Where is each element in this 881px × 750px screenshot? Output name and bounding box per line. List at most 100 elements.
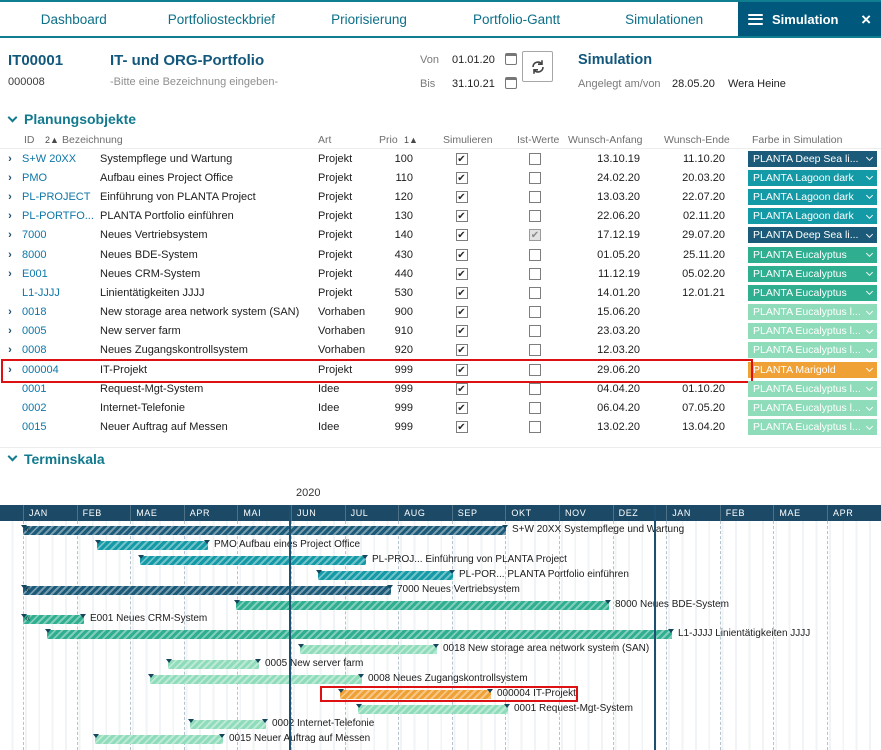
nav-item-portfolio-gantt[interactable]: Portfolio-Gantt	[443, 2, 591, 36]
table-row[interactable]: 0015Neuer Auftrag auf MessenIdee999✔13.0…	[0, 418, 881, 437]
row-expander-icon[interactable]: ›	[0, 229, 20, 241]
simulieren-checkbox[interactable]: ✔	[456, 325, 468, 337]
simulieren-checkbox[interactable]: ✔	[456, 249, 468, 261]
gantt-bar[interactable]	[340, 690, 491, 699]
gantt-bar[interactable]	[47, 630, 672, 639]
menu-icon[interactable]	[748, 14, 763, 25]
row-id[interactable]: PMO	[20, 172, 100, 184]
row-expander-icon[interactable]: ›	[0, 306, 20, 318]
row-id[interactable]: PL-PROJECT	[20, 191, 100, 203]
nav-item-simulationen[interactable]: Simulationen	[590, 2, 738, 36]
row-id[interactable]: 000004	[20, 364, 100, 376]
ist-werte-checkbox[interactable]: ✔	[529, 229, 541, 241]
simulieren-checkbox[interactable]: ✔	[456, 191, 468, 203]
column-header[interactable]: Ist-Werte	[517, 134, 559, 146]
row-id[interactable]: E001	[20, 268, 100, 280]
von-date[interactable]: 01.01.20	[452, 54, 495, 66]
row-id[interactable]: 0008	[20, 344, 100, 356]
farbe-select[interactable]: PLANTA Eucalyptus	[748, 266, 877, 282]
nav-item-dashboard[interactable]: Dashboard	[0, 2, 148, 36]
farbe-select[interactable]: PLANTA Deep Sea li...	[748, 227, 877, 243]
gantt-bar[interactable]	[358, 705, 508, 714]
ist-werte-checkbox[interactable]	[529, 210, 541, 222]
ist-werte-checkbox[interactable]	[529, 153, 541, 165]
row-id[interactable]: PL-PORTFO...	[20, 210, 100, 222]
row-id[interactable]: 0015	[20, 421, 100, 433]
gantt-bar[interactable]	[318, 571, 453, 580]
simulieren-checkbox[interactable]: ✔	[456, 421, 468, 433]
table-row[interactable]: ›S+W 20XXSystempflege und WartungProjekt…	[0, 149, 881, 168]
gantt-bar[interactable]: «	[23, 615, 84, 624]
ist-werte-checkbox[interactable]	[529, 383, 541, 395]
simulieren-checkbox[interactable]: ✔	[456, 172, 468, 184]
column-header[interactable]: ID	[24, 134, 35, 146]
ist-werte-checkbox[interactable]	[529, 364, 541, 376]
ist-werte-checkbox[interactable]	[529, 172, 541, 184]
gantt-bar[interactable]	[168, 660, 259, 669]
calendar-icon[interactable]	[505, 53, 517, 65]
farbe-select[interactable]: PLANTA Marigold	[748, 362, 877, 378]
row-id[interactable]: 0002	[20, 402, 100, 414]
column-header[interactable]: Bezeichnung	[62, 134, 123, 146]
ist-werte-checkbox[interactable]	[529, 325, 541, 337]
farbe-select[interactable]: PLANTA Eucalyptus l...	[748, 400, 877, 416]
row-id[interactable]: 0005	[20, 325, 100, 337]
row-expander-icon[interactable]: ›	[0, 249, 20, 261]
gantt-bar[interactable]: «	[23, 586, 391, 595]
gantt-bar[interactable]	[97, 541, 208, 550]
table-row[interactable]: ›7000Neues VertriebsystemProjekt140✔✔17.…	[0, 226, 881, 245]
simulieren-checkbox[interactable]: ✔	[456, 306, 468, 318]
farbe-select[interactable]: PLANTA Eucalyptus l...	[748, 342, 877, 358]
farbe-select[interactable]: PLANTA Eucalyptus	[748, 285, 877, 301]
column-header[interactable]: Simulieren	[443, 134, 493, 146]
row-id[interactable]: L1-JJJJ	[20, 287, 100, 299]
row-id[interactable]: 8000	[20, 249, 100, 261]
row-id[interactable]: 0001	[20, 383, 100, 395]
simulieren-checkbox[interactable]: ✔	[456, 383, 468, 395]
farbe-select[interactable]: PLANTA Eucalyptus l...	[748, 323, 877, 339]
terminskala-section-header[interactable]: Terminskala	[0, 447, 881, 469]
gantt-bar[interactable]	[95, 735, 223, 744]
row-expander-icon[interactable]: ›	[0, 268, 20, 280]
planungsobjekte-section-header[interactable]: Planungsobjekte	[0, 108, 881, 130]
gantt-bar[interactable]	[236, 601, 609, 610]
column-header[interactable]: Farbe in Simulation	[752, 134, 842, 146]
simulieren-checkbox[interactable]: ✔	[456, 153, 468, 165]
table-row[interactable]: 0001Request-Mgt-SystemIdee999✔04.04.2001…	[0, 379, 881, 398]
nav-item-portfoliosteckbrief[interactable]: Portfoliosteckbrief	[148, 2, 296, 36]
gantt-bar[interactable]	[150, 675, 362, 684]
farbe-select[interactable]: PLANTA Lagoon dark	[748, 189, 877, 205]
column-header[interactable]: Art	[318, 134, 331, 146]
sort-indicator[interactable]: 2▲	[45, 135, 59, 145]
row-expander-icon[interactable]: ›	[0, 344, 20, 356]
ist-werte-checkbox[interactable]	[529, 402, 541, 414]
farbe-select[interactable]: PLANTA Deep Sea li...	[748, 151, 877, 167]
ist-werte-checkbox[interactable]	[529, 344, 541, 356]
simulieren-checkbox[interactable]: ✔	[456, 229, 468, 241]
table-row[interactable]: ›8000Neues BDE-SystemProjekt430✔01.05.20…	[0, 245, 881, 264]
table-row[interactable]: ›E001Neues CRM-SystemProjekt440✔11.12.19…	[0, 264, 881, 283]
ist-werte-checkbox[interactable]	[529, 268, 541, 280]
simulieren-checkbox[interactable]: ✔	[456, 287, 468, 299]
ist-werte-checkbox[interactable]	[529, 191, 541, 203]
farbe-select[interactable]: PLANTA Lagoon dark	[748, 208, 877, 224]
row-id[interactable]: 0018	[20, 306, 100, 318]
row-id[interactable]: 7000	[20, 229, 100, 241]
farbe-select[interactable]: PLANTA Eucalyptus l...	[748, 304, 877, 320]
close-icon[interactable]: ×	[861, 11, 871, 28]
row-expander-icon[interactable]: ›	[0, 191, 20, 203]
gantt-bar[interactable]	[190, 720, 266, 729]
farbe-select[interactable]: PLANTA Lagoon dark	[748, 170, 877, 186]
bis-date[interactable]: 31.10.21	[452, 78, 495, 90]
row-expander-icon[interactable]: ›	[0, 210, 20, 222]
table-row[interactable]: ›0018New storage area network system (SA…	[0, 303, 881, 322]
table-row[interactable]: ›PL-PORTFO...PLANTA Portfolio einführenP…	[0, 207, 881, 226]
simulieren-checkbox[interactable]: ✔	[456, 268, 468, 280]
simulieren-checkbox[interactable]: ✔	[456, 210, 468, 222]
table-row[interactable]: ›0005New server farmVorhaben910✔23.03.20…	[0, 322, 881, 341]
column-header[interactable]: Wunsch-Anfang	[568, 134, 643, 146]
gantt-bar[interactable]	[300, 645, 437, 654]
gantt-bar[interactable]: «	[23, 526, 506, 535]
simulieren-checkbox[interactable]: ✔	[456, 402, 468, 414]
simulieren-checkbox[interactable]: ✔	[456, 364, 468, 376]
